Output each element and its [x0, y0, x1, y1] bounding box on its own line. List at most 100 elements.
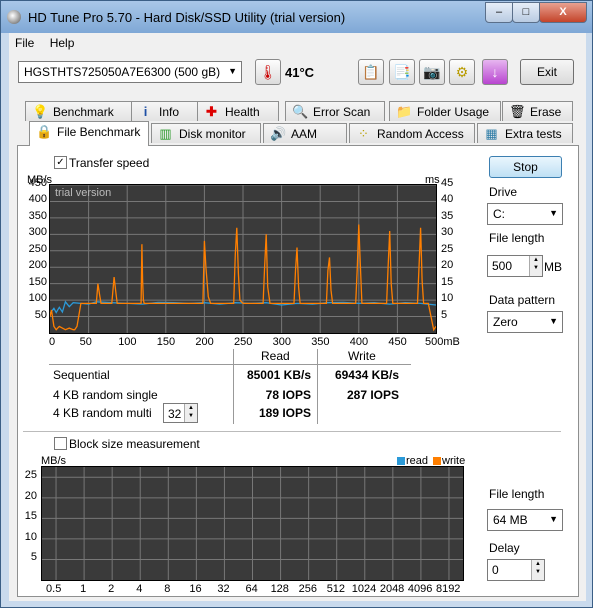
- options-button[interactable]: ⚙: [449, 59, 475, 85]
- block-y-tick-label: 10: [24, 530, 37, 543]
- queue-depth-value: 32: [168, 407, 182, 421]
- copy-icon: 📋: [362, 64, 380, 80]
- camera-icon: 📷: [423, 64, 441, 80]
- info-icon: i: [143, 104, 148, 119]
- tab-extra-tests[interactable]: ▦ Extra tests: [477, 123, 573, 143]
- block-x-tick-label: 64: [245, 583, 258, 595]
- transfer-speed-svg: [49, 184, 437, 333]
- test-drive-select[interactable]: C: ▼: [487, 203, 563, 225]
- block-x-tick-label: 1024: [351, 583, 377, 595]
- random-single-read-value: 78 IOPS: [265, 388, 311, 402]
- tab-aam[interactable]: 🔊 AAM: [263, 123, 347, 143]
- block-y-tick-label: 25: [24, 469, 37, 482]
- x-axis-tick-label: 50: [79, 336, 92, 348]
- block-size-svg: [42, 467, 463, 580]
- stepper-arrows-icon: ▲ ▼: [529, 256, 542, 276]
- temperature-readout: 41°C: [285, 65, 315, 80]
- x-axis-tick-label: 100: [118, 336, 137, 348]
- data-pattern-select[interactable]: Zero ▼: [487, 311, 563, 333]
- right-axis-tick-label: 35: [441, 209, 454, 222]
- copy-text-button[interactable]: 📋: [358, 59, 384, 85]
- maximize-button[interactable]: □: [512, 2, 540, 23]
- queue-depth-stepper[interactable]: 32 ▲ ▼: [163, 403, 198, 423]
- drive-select[interactable]: HGSTHTS725050A7E6300 (500 gB) ▼: [18, 61, 242, 83]
- exit-button[interactable]: Exit: [520, 59, 574, 85]
- section-separator: [23, 431, 561, 432]
- column-header-read: Read: [261, 349, 290, 363]
- block-size-label: Block size measurement: [69, 437, 200, 451]
- x-axis-tick-label: 450: [388, 336, 407, 348]
- menu-file[interactable]: File: [9, 33, 40, 53]
- block-size-checkbox[interactable]: [54, 437, 67, 450]
- minimize-button[interactable]: –: [485, 2, 513, 23]
- arrow-down-icon: ↓: [491, 64, 499, 80]
- data-pattern-value: Zero: [493, 315, 518, 329]
- transfer-speed-chart: trial version: [49, 184, 437, 334]
- left-axis-tick-label: 100: [28, 292, 47, 305]
- folder-icon: 📁: [396, 104, 413, 119]
- legend-write-swatch: [433, 457, 441, 465]
- bar-chart-icon: ▥: [159, 126, 172, 141]
- tab-benchmark[interactable]: 💡 Benchmark: [25, 101, 141, 121]
- delay-stepper[interactable]: 0 ▲ ▼: [487, 559, 545, 581]
- wrench-icon: ⚙: [455, 64, 469, 80]
- stop-button[interactable]: Stop: [489, 156, 562, 178]
- file-length-unit: MB: [544, 260, 562, 274]
- block-y-tick-label: 15: [24, 510, 37, 523]
- tab-file-benchmark[interactable]: 🔒 File Benchmark: [29, 121, 149, 146]
- right-axis-tick-label: 30: [441, 226, 454, 239]
- block-x-tick-label: 0.5: [46, 583, 62, 595]
- scatter-icon: ⁘: [358, 126, 369, 141]
- screenshot-button[interactable]: 📷: [419, 59, 445, 85]
- block-file-length-value: 64 MB: [493, 513, 528, 527]
- block-x-tick-label: 4: [136, 583, 143, 595]
- x-axis-tick-label: 200: [195, 336, 214, 348]
- drive-select-value: HGSTHTS725050A7E6300 (500 gB): [24, 65, 221, 79]
- block-x-tick-label: 128: [270, 583, 289, 595]
- tab-disk-monitor[interactable]: ▥ Disk monitor: [151, 123, 261, 143]
- random-single-write-value: 287 IOPS: [346, 388, 399, 402]
- right-axis-tick-label: 15: [441, 275, 454, 288]
- left-axis-tick-label: 350: [28, 209, 47, 222]
- tab-random-access[interactable]: ⁘ Random Access: [349, 123, 475, 143]
- tab-health[interactable]: ✚ Health: [197, 101, 279, 121]
- block-x-tick-label: 32: [217, 583, 230, 595]
- right-axis-tick-label: 10: [441, 292, 454, 305]
- row-label-sequential: Sequential: [53, 368, 110, 382]
- menu-help[interactable]: Help: [44, 33, 81, 53]
- file-length-stepper[interactable]: 500 ▲ ▼: [487, 255, 543, 277]
- block-y-tick-label: 20: [24, 489, 37, 502]
- trash-icon: 🗑: [509, 104, 526, 119]
- title-bar: HD Tune Pro 5.70 - Hard Disk/SSD Utility…: [1, 1, 592, 33]
- clipboard-image-icon: 📑: [393, 64, 411, 80]
- row-label-random-multi: 4 KB random multi: [53, 406, 152, 420]
- file-benchmark-icon: 🔒: [36, 124, 53, 139]
- tab-info[interactable]: i Info: [131, 101, 203, 121]
- block-x-tick-label: 512: [326, 583, 346, 595]
- block-file-length-select[interactable]: 64 MB ▼: [487, 509, 563, 531]
- tab-erase[interactable]: 🗑 Erase: [502, 101, 573, 121]
- left-axis-tick-label: 450: [28, 177, 47, 189]
- x-axis-tick-label: 500mB: [425, 336, 460, 348]
- row-label-random-single: 4 KB random single: [53, 388, 158, 402]
- file-length-value: 500: [492, 259, 513, 273]
- test-drive-value: C:: [493, 207, 505, 221]
- block-x-tick-label: 256: [298, 583, 317, 595]
- x-axis-tick-label: 400: [349, 336, 369, 348]
- transfer-speed-checkbox[interactable]: ✓: [54, 156, 67, 169]
- close-button[interactable]: X: [539, 2, 587, 23]
- delay-label: Delay: [489, 541, 520, 555]
- file-length-label: File length: [489, 231, 545, 245]
- block-file-length-label: File length: [489, 487, 545, 501]
- save-button[interactable]: ↓: [482, 59, 508, 85]
- tab-folder-usage[interactable]: 📁 Folder Usage: [389, 101, 501, 121]
- menu-bar: File Help: [9, 33, 586, 53]
- left-axis-tick-label: 50: [34, 308, 47, 321]
- copy-image-button[interactable]: 📑: [389, 59, 415, 85]
- sequential-read-value: 85001 KB/s: [246, 368, 311, 382]
- speaker-icon: 🔊: [270, 126, 287, 141]
- legend-read-swatch: [397, 457, 405, 465]
- sequential-write-value: 69434 KB/s: [334, 368, 399, 382]
- right-axis-tick-label: 25: [441, 242, 454, 255]
- tab-error-scan[interactable]: 🔍 Error Scan: [285, 101, 385, 121]
